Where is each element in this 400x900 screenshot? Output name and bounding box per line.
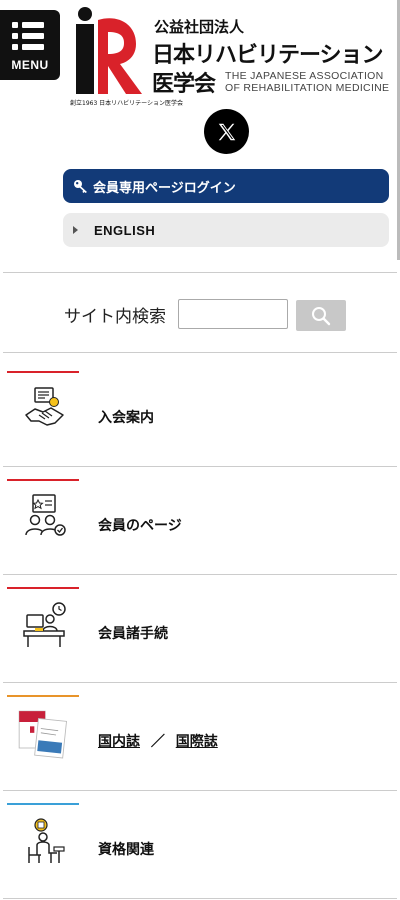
journal-separator: ／ [150, 734, 165, 750]
members-icon [25, 494, 66, 536]
org-english-line2: OF REHABILITATION MEDICINE [225, 82, 390, 94]
org-name-line1: 日本リハビリテーション [152, 43, 384, 68]
x-logo-icon [218, 123, 235, 140]
divider [3, 352, 397, 353]
divider [3, 898, 397, 899]
english-label: ENGLISH [94, 222, 156, 238]
nav-label: 国内誌 ／ 国際誌 [98, 731, 218, 751]
nav-label: 会員諸手続 [98, 626, 168, 642]
triangle-right-icon [73, 226, 78, 234]
domestic-journal-link[interactable]: 国内誌 [98, 734, 140, 750]
nav-item-membership-guide[interactable]: 入会案内 [3, 359, 400, 467]
english-button[interactable]: ENGLISH [63, 213, 389, 247]
nav-item-journals[interactable]: 国内誌 ／ 国際誌 [3, 683, 400, 791]
nav-label: 会員のページ [98, 518, 182, 534]
org-type: 公益社団法人 [154, 18, 245, 36]
accent-line [7, 803, 79, 805]
divider [3, 272, 397, 273]
nav-item-members-page[interactable]: 会員のページ [3, 467, 400, 575]
nav-label: 入会案内 [98, 410, 154, 426]
accent-line [7, 695, 79, 697]
key-icon [74, 180, 87, 193]
search-label: サイト内検索 [64, 307, 166, 327]
accent-line [7, 587, 79, 589]
qualification-icon [28, 818, 65, 863]
site-logo[interactable]: 創立1963 日本リハビリテーション医学会 公益社団法人 日本リハビリテーション… [70, 4, 390, 108]
hamburger-icon [12, 22, 44, 55]
accent-line [7, 479, 79, 481]
logo-mark-icon [76, 7, 142, 94]
handshake-icon [25, 387, 64, 426]
org-name-line2: 医学会 [152, 72, 216, 97]
org-english-name: THE JAPANESE ASSOCIATION OF REHABILITATI… [225, 70, 389, 94]
accent-line [7, 371, 79, 373]
menu-label: MENU [11, 58, 49, 72]
nav-item-member-procedures[interactable]: 会員諸手続 [3, 575, 400, 683]
x-social-link[interactable] [204, 109, 249, 154]
search-button[interactable] [296, 300, 346, 331]
journals-icon [18, 710, 67, 759]
office-desk-icon [23, 602, 66, 647]
founded-text: 創立1963 日本リハビリテーション医学会 [70, 100, 184, 107]
search-icon [312, 306, 331, 325]
org-english-line1: THE JAPANESE ASSOCIATION [225, 70, 384, 82]
nav-item-qualifications[interactable]: 資格関連 [3, 791, 400, 899]
search-input[interactable] [178, 299, 288, 329]
nav-label: 資格関連 [98, 842, 154, 858]
international-journal-link[interactable]: 国際誌 [176, 734, 218, 750]
member-login-label: 会員専用ページログイン [93, 180, 236, 196]
member-login-button[interactable]: 会員専用ページログイン [63, 169, 389, 203]
menu-button[interactable]: MENU [0, 10, 60, 80]
